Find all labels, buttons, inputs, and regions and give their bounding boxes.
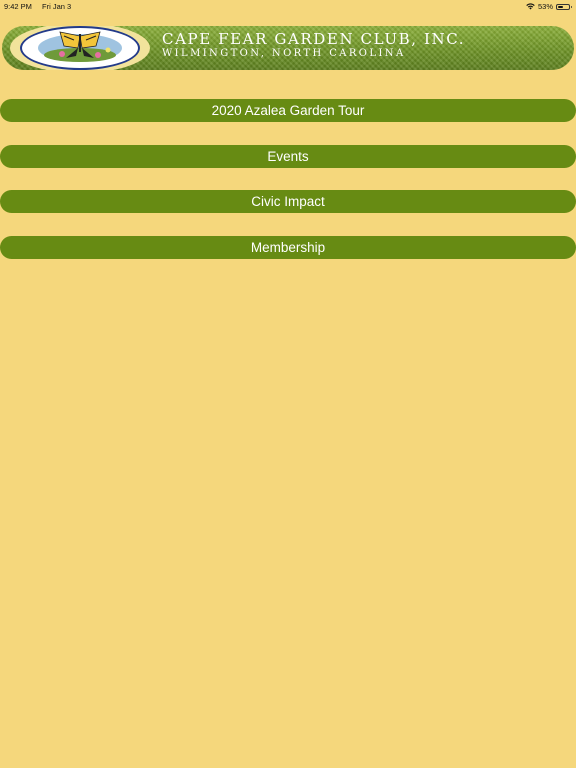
- battery-fill: [558, 5, 564, 8]
- status-date: Fri Jan 3: [42, 2, 72, 11]
- events-button[interactable]: Events: [0, 145, 576, 168]
- wifi-icon: [526, 3, 535, 10]
- club-location: Wilmington, North Carolina: [162, 48, 406, 59]
- battery-percent: 53%: [537, 2, 553, 11]
- azalea-garden-tour-button[interactable]: 2020 Azalea Garden Tour: [0, 99, 576, 122]
- status-time: 9:42 PM: [4, 2, 32, 11]
- club-name: Cape Fear Garden Club, Inc.: [162, 30, 466, 48]
- status-right: 53%: [526, 2, 572, 11]
- battery-cap: [570, 5, 572, 8]
- civic-impact-button[interactable]: Civic Impact: [0, 190, 576, 213]
- header-banner: Cape Fear Garden Club, Inc. Wilmington, …: [2, 26, 574, 70]
- club-logo: [10, 26, 150, 70]
- banner-text: Cape Fear Garden Club, Inc. Wilmington, …: [162, 30, 572, 60]
- butterfly-logo-icon: [20, 26, 140, 70]
- battery-icon: [556, 3, 572, 10]
- status-left: 9:42 PM Fri Jan 3: [4, 2, 79, 11]
- membership-button[interactable]: Membership: [0, 236, 576, 259]
- status-bar: 9:42 PM Fri Jan 3 53%: [0, 0, 576, 12]
